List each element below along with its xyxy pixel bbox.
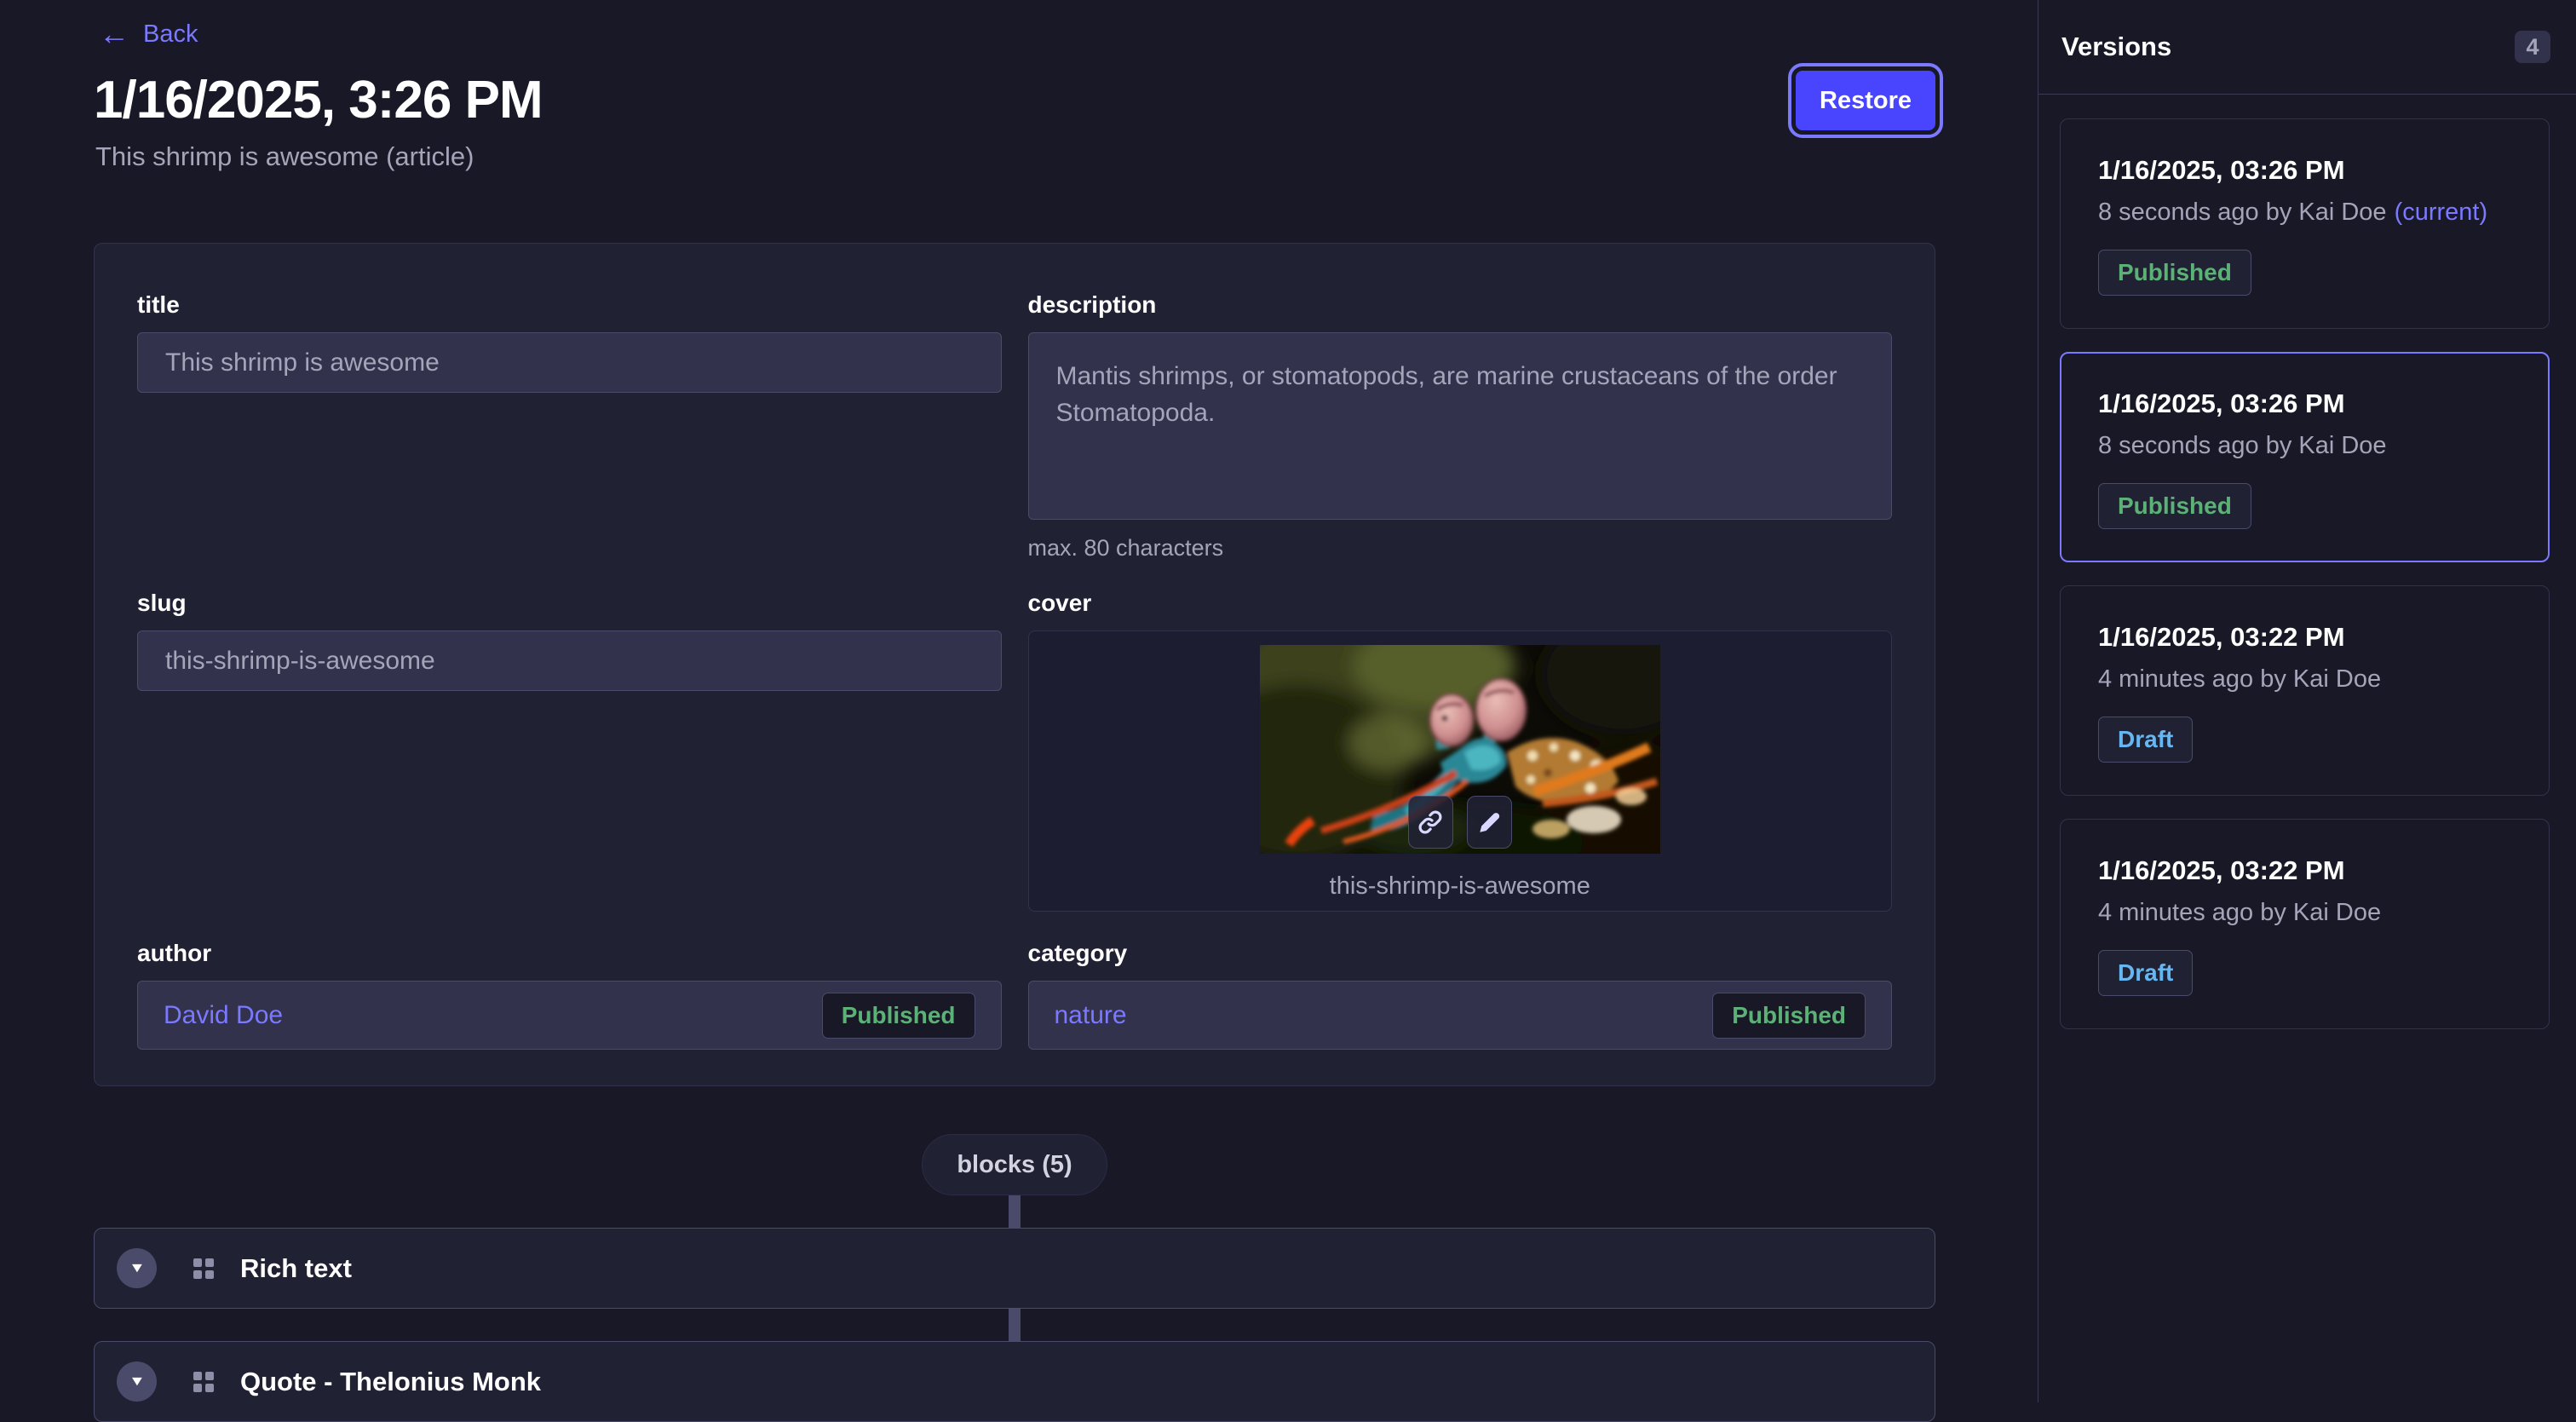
version-form-card: title This shrimp is awesome description… xyxy=(94,243,1935,1086)
slug-input[interactable]: this-shrimp-is-awesome xyxy=(137,630,1002,691)
connector-line xyxy=(1009,1195,1021,1228)
versions-count-badge: 4 xyxy=(2515,31,2550,63)
block-accordion[interactable]: ▼ Rich text xyxy=(94,1228,1935,1309)
edit-cover-button[interactable] xyxy=(1467,796,1512,849)
connector-line xyxy=(1009,1309,1021,1341)
back-arrow-icon: ← xyxy=(99,19,129,49)
version-current-label: (current) xyxy=(2395,199,2488,226)
drag-handle-icon[interactable] xyxy=(191,1256,216,1281)
category-status-badge: Published xyxy=(1712,993,1866,1039)
versions-title: Versions xyxy=(2061,32,2171,62)
accordion-label: Quote - Thelonius Monk xyxy=(240,1367,541,1397)
version-meta-text: 8 seconds ago by Kai Doe xyxy=(2098,199,2387,226)
field-slug-label: slug xyxy=(137,590,1002,617)
blocks-section: blocks (5) ▼ Rich text xyxy=(94,1134,1935,1422)
title-input[interactable]: This shrimp is awesome xyxy=(137,332,1002,393)
version-date: 1/16/2025, 03:26 PM xyxy=(2098,155,2511,186)
version-status-badge: Published xyxy=(2098,250,2251,296)
version-status-badge: Published xyxy=(2098,483,2251,529)
version-meta: 4 minutes ago by Kai Doe xyxy=(2098,665,2511,694)
block-accordion[interactable]: ▼ Quote - Thelonius Monk xyxy=(94,1341,1935,1422)
accordion-label: Rich text xyxy=(240,1253,352,1284)
description-hint: max. 80 characters xyxy=(1028,535,1893,561)
restore-button[interactable]: Restore xyxy=(1796,71,1935,130)
cover-media xyxy=(1260,645,1660,854)
version-history-page: { "colors": { "background": "#181826", "… xyxy=(0,0,2576,1402)
cover-box: this-shrimp-is-awesome xyxy=(1028,630,1893,912)
version-date: 1/16/2025, 03:22 PM xyxy=(2098,855,2511,886)
version-meta: 8 seconds ago by Kai Doe (current) xyxy=(2098,199,2511,227)
description-textarea[interactable]: Mantis shrimps, or stomatopods, are mari… xyxy=(1028,332,1893,520)
version-meta-text: 4 minutes ago by Kai Doe xyxy=(2098,899,2381,926)
version-card[interactable]: 1/16/2025, 03:22 PM 4 minutes ago by Kai… xyxy=(2060,819,2550,1029)
field-cover-label: cover xyxy=(1028,590,1893,617)
version-meta: 8 seconds ago by Kai Doe xyxy=(2098,432,2511,460)
author-link[interactable]: David Doe xyxy=(164,1001,283,1030)
page-subtitle: This shrimp is awesome (article) xyxy=(95,141,474,172)
chevron-down-icon[interactable]: ▼ xyxy=(117,1248,157,1288)
back-label: Back xyxy=(143,20,198,49)
chevron-down-icon[interactable]: ▼ xyxy=(117,1362,157,1402)
copy-link-button[interactable] xyxy=(1408,796,1453,849)
version-status-badge: Draft xyxy=(2098,950,2193,996)
blocks-list: ▼ Rich text ▼ xyxy=(94,1195,1935,1422)
field-cover: cover xyxy=(1028,590,1893,912)
category-link[interactable]: nature xyxy=(1055,1001,1127,1030)
field-title-label: title xyxy=(137,291,1002,319)
back-link[interactable]: ← Back xyxy=(99,19,198,49)
field-slug: slug this-shrimp-is-awesome xyxy=(137,590,1002,912)
field-category-label: category xyxy=(1028,940,1893,967)
cover-actions xyxy=(1408,796,1512,849)
version-date: 1/16/2025, 03:26 PM xyxy=(2098,389,2511,419)
field-title: title This shrimp is awesome xyxy=(137,291,1002,561)
block-item: ▼ Rich text xyxy=(94,1195,1935,1309)
version-date: 1/16/2025, 03:22 PM xyxy=(2098,622,2511,653)
version-meta: 4 minutes ago by Kai Doe xyxy=(2098,899,2511,927)
field-description-label: description xyxy=(1028,291,1893,319)
pencil-icon xyxy=(1475,809,1503,836)
version-status-badge: Draft xyxy=(2098,717,2193,763)
version-meta-text: 4 minutes ago by Kai Doe xyxy=(2098,665,2381,693)
field-category: category nature Published xyxy=(1028,940,1893,1050)
version-card[interactable]: 1/16/2025, 03:26 PM 8 seconds ago by Kai… xyxy=(2060,352,2550,562)
main-content: ← Back 1/16/2025, 3:26 PM This shrimp is… xyxy=(0,0,2038,1402)
version-card[interactable]: 1/16/2025, 03:26 PM 8 seconds ago by Kai… xyxy=(2060,118,2550,329)
version-card[interactable]: 1/16/2025, 03:22 PM 4 minutes ago by Kai… xyxy=(2060,585,2550,796)
field-author: author David Doe Published xyxy=(137,940,1002,1050)
versions-list: 1/16/2025, 03:26 PM 8 seconds ago by Kai… xyxy=(2038,95,2576,1029)
field-description: description Mantis shrimps, or stomatopo… xyxy=(1028,291,1893,561)
version-meta-text: 8 seconds ago by Kai Doe xyxy=(2098,432,2387,459)
block-item: ▼ Quote - Thelonius Monk xyxy=(94,1309,1935,1422)
blocks-pill: blocks (5) xyxy=(922,1134,1107,1195)
form-grid: title This shrimp is awesome description… xyxy=(137,291,1892,1050)
author-relation-box: David Doe Published xyxy=(137,981,1002,1050)
versions-header: Versions 4 xyxy=(2038,0,2576,95)
field-author-label: author xyxy=(137,940,1002,967)
cover-caption: this-shrimp-is-awesome xyxy=(1029,872,1892,901)
page-title: 1/16/2025, 3:26 PM xyxy=(94,70,543,130)
author-status-badge: Published xyxy=(822,993,975,1039)
versions-sidebar: Versions 4 1/16/2025, 03:26 PM 8 seconds… xyxy=(2038,0,2576,1402)
link-icon xyxy=(1417,809,1444,836)
category-relation-box: nature Published xyxy=(1028,981,1893,1050)
drag-handle-icon[interactable] xyxy=(191,1369,216,1395)
